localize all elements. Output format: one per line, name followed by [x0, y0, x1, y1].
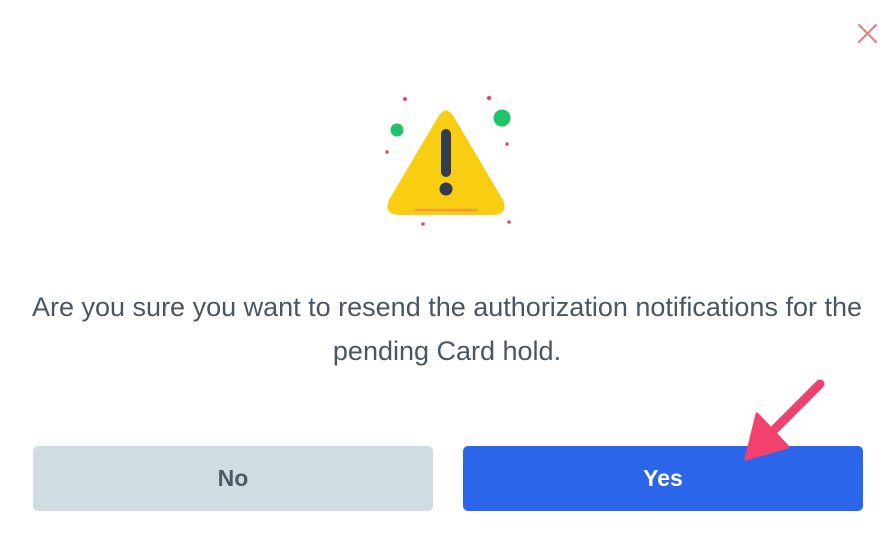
no-button-label: No — [217, 465, 249, 491]
no-button[interactable]: No — [33, 446, 433, 511]
confirmation-message: Are you sure you want to resend the auth… — [32, 292, 862, 366]
warning-triangle-icon — [385, 95, 511, 226]
confirmation-dialog: Are you sure you want to resend the auth… — [0, 0, 894, 542]
yes-button[interactable]: Yes — [463, 446, 863, 511]
close-button[interactable] — [852, 18, 882, 48]
close-icon — [858, 24, 877, 43]
yes-button-label: Yes — [643, 465, 683, 491]
